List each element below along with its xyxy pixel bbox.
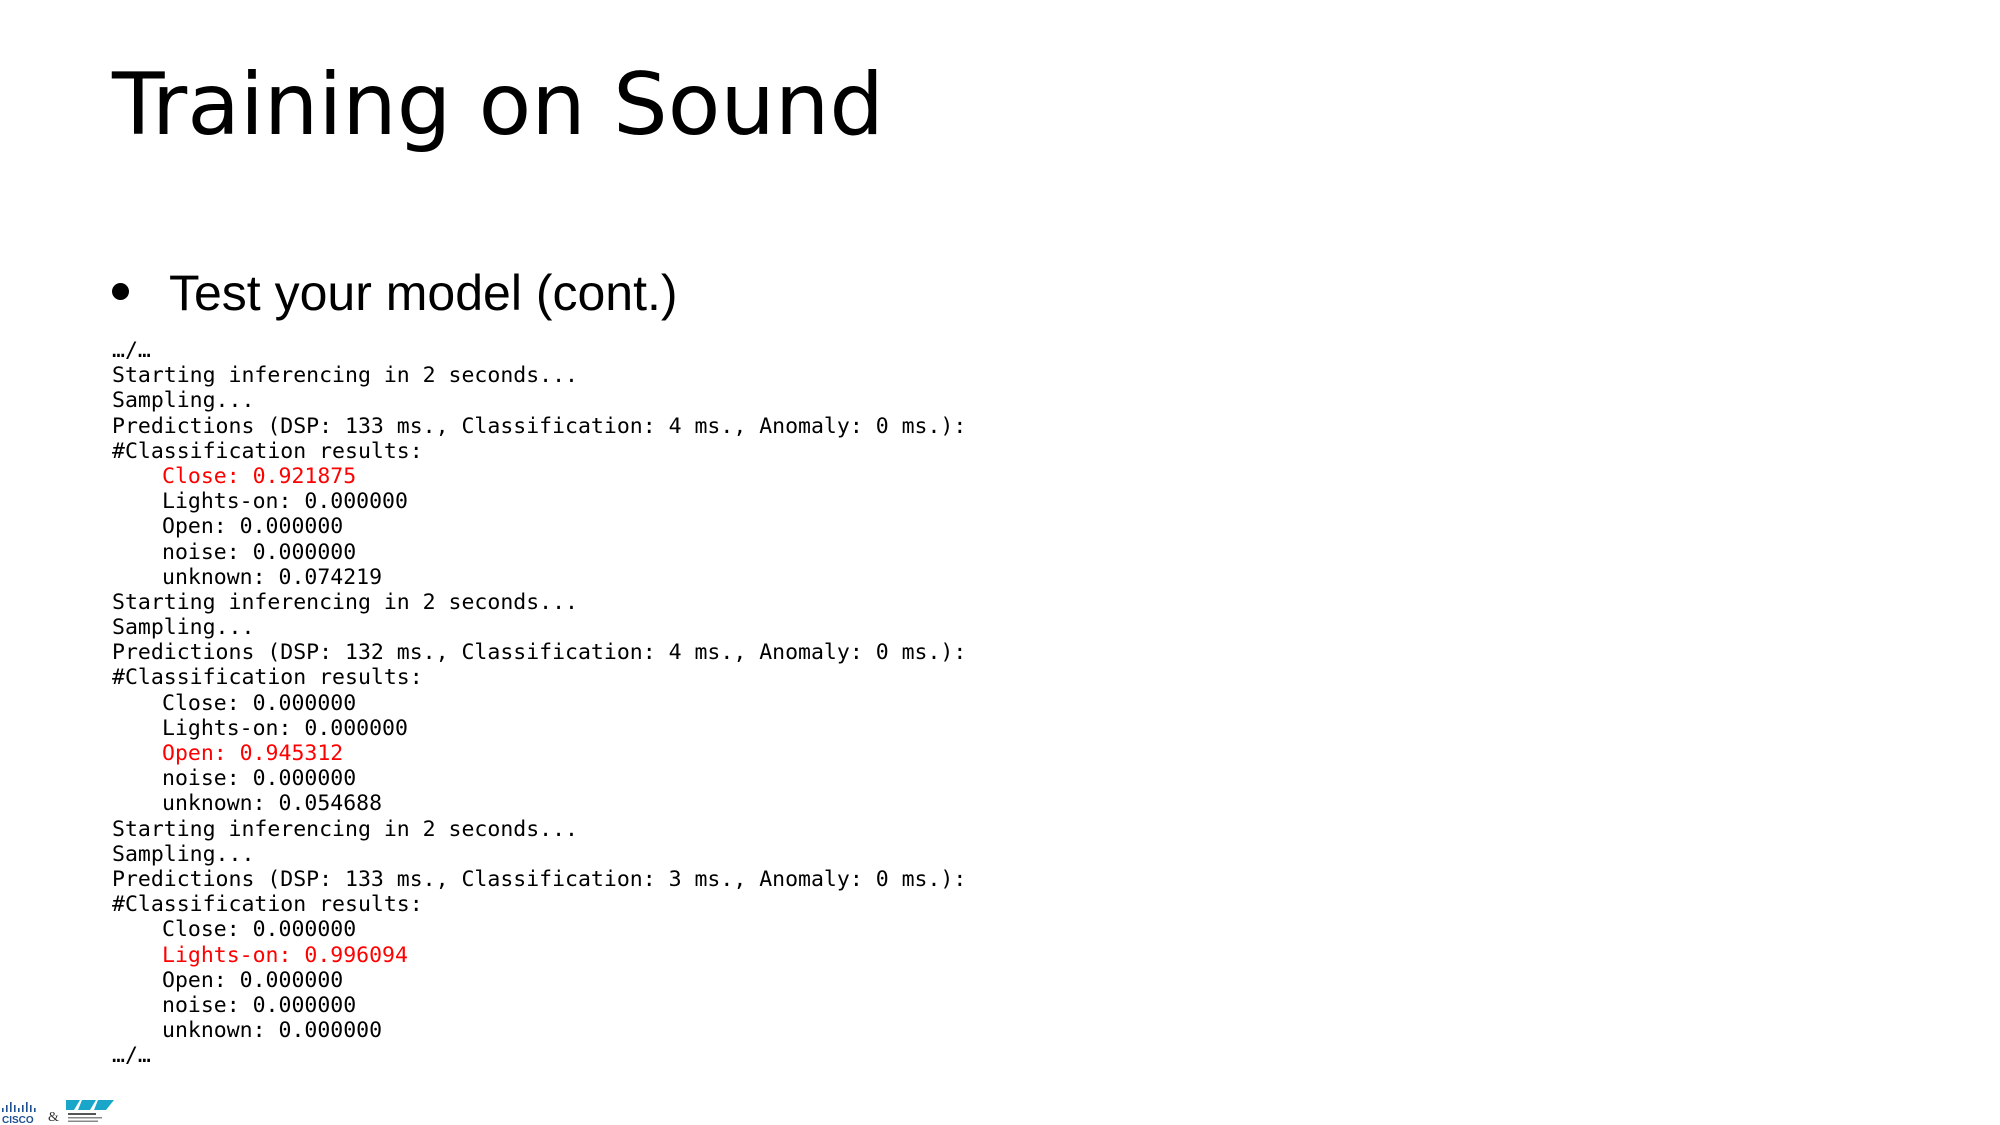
console-line: #Classification results: — [112, 438, 423, 464]
partner-logo-icon — [66, 1100, 114, 1122]
bullet-item: Test your model (cont.) — [112, 262, 678, 324]
console-line-highlight: Close: 0.921875 — [162, 463, 357, 489]
console-line: Predictions (DSP: 133 ms., Classificatio… — [112, 413, 967, 439]
console-line: Close: 0.000000 — [162, 690, 357, 716]
console-line: noise: 0.000000 — [162, 992, 357, 1018]
console-line: …/… — [112, 1043, 151, 1069]
console-line: Open: 0.000000 — [162, 967, 344, 993]
console-line: Lights-on: 0.000000 — [162, 489, 408, 515]
console-line-highlight: Open: 0.945312 — [162, 741, 344, 766]
console-line: unknown: 0.054688 — [162, 791, 383, 817]
console-line: Predictions (DSP: 132 ms., Classificatio… — [112, 640, 967, 666]
console-line: Sampling... — [112, 841, 255, 867]
console-line: noise: 0.000000 — [162, 766, 357, 792]
svg-text:CISCO: CISCO — [2, 1115, 34, 1125]
console-line-highlight: Lights-on: 0.996094 — [162, 942, 408, 968]
console-line: Open: 0.000000 — [162, 514, 344, 540]
console-output: …/… Starting inferencing in 2 seconds... S… — [112, 338, 966, 1068]
console-line: Sampling... — [112, 615, 255, 641]
console-line: Predictions (DSP: 133 ms., Classificatio… — [112, 866, 967, 892]
console-line: Starting inferencing in 2 seconds... — [112, 589, 578, 615]
bullet-icon — [112, 282, 129, 300]
console-line: unknown: 0.000000 — [162, 1018, 383, 1044]
console-line: Close: 0.000000 — [162, 917, 357, 943]
slide-title: Training on Sound — [112, 55, 884, 155]
console-line: Starting inferencing in 2 seconds... — [112, 816, 578, 842]
console-line: unknown: 0.074219 — [162, 564, 383, 590]
console-line: Lights-on: 0.000000 — [162, 715, 408, 741]
console-line: noise: 0.000000 — [162, 539, 357, 565]
svg-text:&: & — [48, 1110, 59, 1125]
bullet-text: Test your model (cont.) — [169, 265, 678, 321]
cisco-logo-icon: CISCO — [2, 1102, 36, 1125]
console-line: #Classification results: — [112, 892, 423, 918]
console-line: …/… — [112, 338, 151, 363]
footer-logos: CISCO & — [2, 1100, 114, 1125]
console-line: #Classification results: — [112, 665, 423, 691]
console-line: Starting inferencing in 2 seconds... — [112, 363, 578, 389]
console-line: Sampling... — [112, 388, 255, 414]
